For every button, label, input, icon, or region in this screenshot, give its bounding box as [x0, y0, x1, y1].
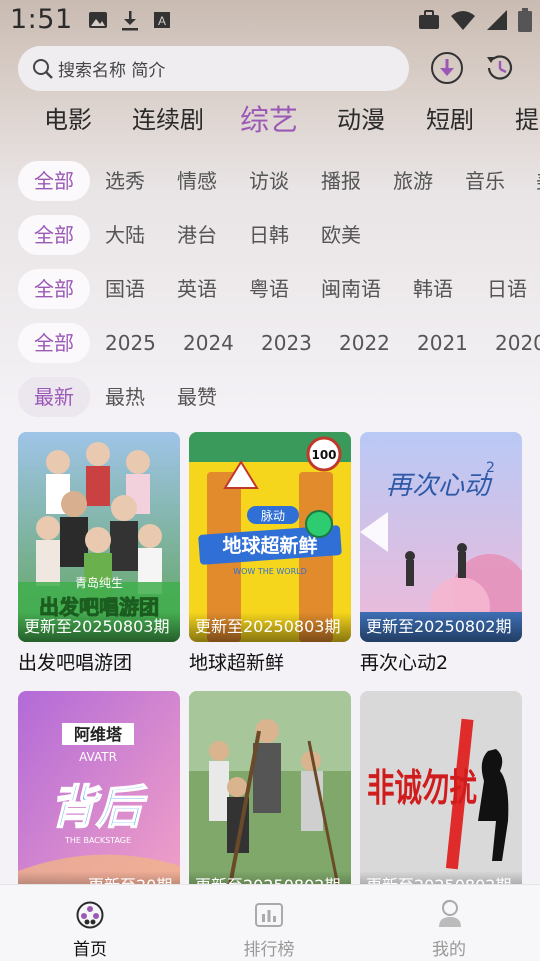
nav-ranking[interactable]: 排行榜: [209, 885, 329, 960]
filter-language-all[interactable]: 全部: [18, 269, 90, 309]
history-icon: [487, 55, 513, 80]
tab-movie[interactable]: 电影: [44, 100, 92, 135]
filter-row-type: 全部 选秀 情感 访谈 播报 旅游 音乐 美: [0, 161, 540, 201]
filter-type-item[interactable]: 音乐: [465, 161, 505, 201]
filter-type-item[interactable]: 选秀: [105, 161, 145, 201]
tab-more[interactable]: 提: [515, 100, 539, 135]
filter-year-item[interactable]: 2022: [339, 323, 390, 363]
show-card[interactable]: 非诚勿扰 更新至20250802期: [360, 691, 522, 901]
show-card[interactable]: 阿维塔 AVATR 背后 THE BACKSTAGE 更新至20期: [18, 691, 180, 901]
show-title: 地球超新鲜: [189, 652, 285, 674]
show-card[interactable]: 青岛纯生 出发吧唱游团 更新至20250803期 出发吧唱游团: [18, 432, 180, 675]
wifi-icon: [450, 9, 476, 35]
tab-short-drama[interactable]: 短剧: [426, 100, 474, 135]
filter-year-item[interactable]: 2025: [105, 323, 156, 363]
filter-language-item[interactable]: 英语: [177, 269, 217, 309]
filter-type-all[interactable]: 全部: [18, 161, 90, 201]
filter-type-item[interactable]: 旅游: [393, 161, 433, 201]
nav-ranking-label: 排行榜: [243, 940, 295, 960]
filter-type-item[interactable]: 美: [536, 161, 540, 201]
poster-title: 再次心动: [386, 471, 493, 501]
filter-language-item[interactable]: 日语: [487, 269, 527, 309]
image-icon: [88, 10, 108, 36]
status-bar: 1:51 A: [0, 0, 540, 44]
search-icon: [32, 58, 54, 80]
poster-brand-en: AVATR: [79, 750, 117, 764]
filter-row-sort: 最新 最热 最赞: [0, 377, 540, 417]
nav-profile-label: 我的: [432, 940, 466, 960]
tab-anime[interactable]: 动漫: [337, 100, 385, 135]
show-card[interactable]: 再次心动 2 更新至20250802期 再次心动2: [360, 432, 522, 675]
nav-home-label: 首页: [73, 940, 107, 960]
show-poster: 更新至20250802期: [189, 691, 351, 901]
update-status: 更新至20250803期: [18, 612, 180, 642]
poster-tagline: WOW THE WORLD: [233, 567, 307, 576]
search-bar[interactable]: 搜索名称 简介: [18, 46, 409, 91]
svg-text:100: 100: [311, 448, 336, 462]
sort-most-liked[interactable]: 最赞: [177, 377, 217, 417]
show-poster: 100 脉动 地球超新鲜 WOW THE WORLD 更新至20250803期: [189, 432, 351, 642]
show-title: 再次心动2: [360, 652, 449, 674]
filter-year-item[interactable]: 2024: [183, 323, 234, 363]
download-button[interactable]: [430, 51, 464, 85]
filter-region-item[interactable]: 欧美: [321, 215, 361, 255]
filter-type-item[interactable]: 情感: [177, 161, 217, 201]
film-reel-icon: [30, 901, 150, 933]
show-card[interactable]: 100 脉动 地球超新鲜 WOW THE WORLD 更新至20250803期 …: [189, 432, 351, 675]
filter-language-item[interactable]: 韩语: [413, 269, 453, 309]
filter-region-item[interactable]: 日韩: [249, 215, 289, 255]
signal-icon: [486, 9, 508, 35]
bottom-navigation: 首页 排行榜 我的: [0, 884, 540, 961]
poster-title: 地球超新鲜: [222, 534, 317, 557]
tab-series[interactable]: 连续剧: [132, 100, 204, 135]
profile-icon: [389, 899, 509, 933]
svg-text:A: A: [158, 14, 166, 28]
tab-variety[interactable]: 综艺: [240, 97, 298, 139]
filter-row-language: 全部 国语 英语 粤语 闽南语 韩语 日语: [0, 269, 540, 309]
nav-home[interactable]: 首页: [30, 885, 150, 960]
filter-type-item[interactable]: 播报: [321, 161, 361, 201]
filter-year-item[interactable]: 2021: [417, 323, 468, 363]
sort-latest[interactable]: 最新: [18, 377, 90, 417]
font-icon: A: [152, 10, 172, 36]
nav-profile[interactable]: 我的: [389, 885, 509, 960]
sort-hottest[interactable]: 最热: [105, 377, 145, 417]
download-icon: [120, 10, 140, 36]
history-button[interactable]: [483, 51, 517, 85]
show-poster: 非诚勿扰 更新至20250802期: [360, 691, 522, 901]
status-time: 1:51: [10, 4, 73, 35]
filter-language-item[interactable]: 闽南语: [321, 269, 381, 309]
briefcase-icon: [418, 10, 440, 34]
filter-region-item[interactable]: 大陆: [105, 215, 145, 255]
poster-badge: 脉动: [261, 508, 285, 523]
search-placeholder: 搜索名称 简介: [58, 61, 166, 81]
category-tabs: 电影 连续剧 综艺 动漫 短剧 提: [0, 100, 540, 144]
filter-type-item[interactable]: 访谈: [249, 161, 289, 201]
poster-brand: 阿维塔: [74, 725, 123, 744]
filter-year-item[interactable]: 2023: [261, 323, 312, 363]
poster-title: 背后: [50, 780, 148, 834]
update-status: 更新至20250802期: [360, 612, 522, 642]
poster-brand: 青岛纯生: [75, 575, 123, 590]
filter-region-all[interactable]: 全部: [18, 215, 90, 255]
battery-icon: [518, 8, 532, 36]
filter-year-item[interactable]: 2020: [495, 323, 540, 363]
svg-text:2: 2: [486, 460, 495, 476]
filter-language-item[interactable]: 粤语: [249, 269, 289, 309]
show-poster: 阿维塔 AVATR 背后 THE BACKSTAGE 更新至20期: [18, 691, 180, 901]
bar-chart-icon: [209, 901, 329, 933]
poster-title: 非诚勿扰: [367, 766, 477, 810]
show-title: 出发吧唱游团: [18, 652, 133, 674]
filter-year-all[interactable]: 全部: [18, 323, 90, 363]
filter-row-year: 全部 2025 2024 2023 2022 2021 2020: [0, 323, 540, 363]
show-poster: 青岛纯生 出发吧唱游团 更新至20250803期: [18, 432, 180, 642]
filter-region-item[interactable]: 港台: [177, 215, 217, 255]
download-icon: [431, 52, 463, 84]
show-card[interactable]: 更新至20250802期: [189, 691, 351, 901]
show-poster: 再次心动 2 更新至20250802期: [360, 432, 522, 642]
update-status: 更新至20250803期: [189, 612, 351, 642]
filter-row-region: 全部 大陆 港台 日韩 欧美: [0, 215, 540, 255]
poster-sub: THE BACKSTAGE: [64, 836, 131, 845]
filter-language-item[interactable]: 国语: [105, 269, 145, 309]
